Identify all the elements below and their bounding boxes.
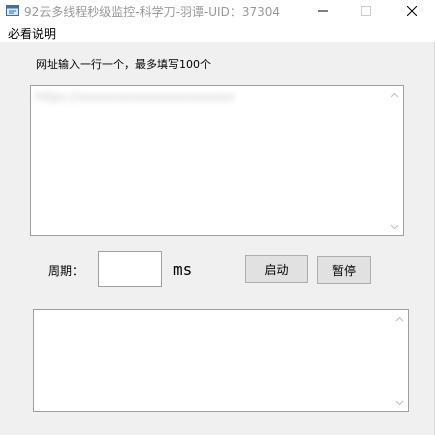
scroll-up-icon[interactable] — [391, 310, 408, 327]
pause-button[interactable]: 暂停 — [317, 256, 371, 284]
start-button[interactable]: 启动 — [245, 255, 308, 283]
log-textarea[interactable] — [33, 309, 409, 412]
scroll-up-icon[interactable] — [386, 86, 403, 103]
main-window: 92云多线程秒级监控-科学刀-羽谭-UID：37304 必看说明 网址输入一行一… — [0, 0, 435, 435]
maximize-icon — [361, 6, 371, 16]
menu-bar: 必看说明 — [0, 22, 435, 42]
minimize-button[interactable] — [303, 0, 343, 22]
url-list-line: https://xxxxxxxxxxxxxxxxxxxxxx — [35, 90, 235, 104]
app-icon — [6, 5, 19, 16]
period-label: 周期： — [48, 264, 85, 278]
period-unit-label: ms — [173, 260, 193, 279]
menu-item-instructions[interactable]: 必看说明 — [8, 25, 56, 42]
close-icon — [407, 6, 417, 16]
title-bar[interactable]: 92云多线程秒级监控-科学刀-羽谭-UID：37304 — [0, 0, 435, 22]
log-scrollbar[interactable] — [391, 310, 408, 411]
url-textarea[interactable]: https://xxxxxxxxxxxxxxxxxxxxxx — [30, 85, 404, 236]
url-input-label: 网址输入一行一个，最多填写100个 — [36, 58, 211, 71]
scroll-down-icon[interactable] — [391, 394, 408, 411]
period-input[interactable] — [98, 251, 162, 287]
url-scrollbar[interactable] — [386, 86, 403, 235]
window-title: 92云多线程秒级监控-科学刀-羽谭-UID：37304 — [24, 5, 280, 19]
scroll-down-icon[interactable] — [386, 218, 403, 235]
close-button[interactable] — [392, 0, 432, 22]
maximize-button — [346, 0, 386, 22]
minimize-icon — [318, 10, 328, 12]
